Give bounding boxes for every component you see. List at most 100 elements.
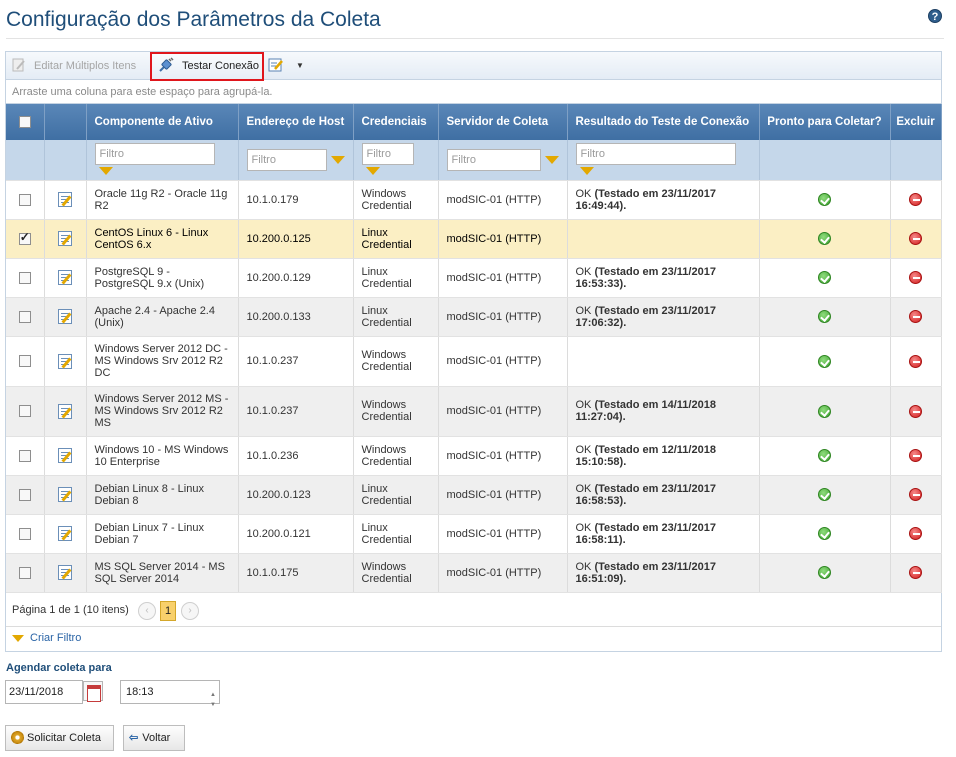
edit-row-icon[interactable]: [58, 487, 72, 502]
group-by-drop-area[interactable]: Arraste uma coluna para este espaço para…: [6, 80, 941, 104]
result-status: OK: [575, 482, 592, 495]
filter-input-result[interactable]: Filtro: [575, 142, 736, 165]
row-checkbox[interactable]: [18, 355, 31, 368]
delete-icon[interactable]: [909, 449, 922, 462]
ready-check-icon: [818, 193, 831, 206]
filter-input-server[interactable]: Filtro: [446, 148, 541, 171]
delete-icon[interactable]: [909, 527, 922, 540]
schedule-time-input[interactable]: 18:13 ▲ ▼: [120, 680, 220, 708]
column-header-result[interactable]: Resultado do Teste de Conexão: [567, 104, 760, 140]
table-row[interactable]: Oracle 11g R2 - Oracle 11g R2 10.1.0.179 W…: [6, 180, 942, 220]
select-all-checkbox[interactable]: [18, 115, 31, 128]
filter-funnel-icon[interactable]: [365, 166, 380, 175]
column-header-host[interactable]: Endereço de Host: [238, 104, 354, 140]
table-row[interactable]: Windows Server 2012 MS - MS Windows Srv …: [6, 386, 942, 437]
edit-row-icon[interactable]: [58, 270, 72, 285]
cell-server: modSIC-01 (HTTP): [438, 336, 568, 387]
delete-icon[interactable]: [909, 488, 922, 501]
column-header-credentials[interactable]: Credenciais: [353, 104, 439, 140]
chevron-down-icon[interactable]: ▼: [296, 55, 304, 77]
filter-input-credentials[interactable]: Filtro: [361, 142, 414, 165]
edit-row-icon[interactable]: [58, 448, 72, 463]
test-connection-button[interactable]: Testar Conexão: [150, 52, 264, 81]
edit-row-icon[interactable]: [58, 526, 72, 541]
edit-row-icon[interactable]: [58, 192, 72, 207]
schedule-label: Agendar coleta para: [6, 662, 112, 674]
row-checkbox[interactable]: [18, 449, 31, 462]
ready-check-icon: [818, 488, 831, 501]
page-title: Configuração dos Parâmetros da Coleta: [6, 8, 381, 31]
delete-icon[interactable]: [909, 354, 922, 368]
delete-icon[interactable]: [909, 404, 922, 418]
create-filter-link[interactable]: Criar Filtro: [12, 632, 81, 644]
column-header-server[interactable]: Servidor de Coleta: [438, 104, 568, 140]
filter-input-host[interactable]: Filtro: [246, 148, 327, 171]
column-header-ready[interactable]: Pronto para Coletar?: [759, 104, 891, 140]
edit-row-icon[interactable]: [58, 403, 72, 419]
delete-icon[interactable]: [909, 193, 922, 206]
filter-funnel-icon[interactable]: [330, 155, 345, 164]
request-collection-button[interactable]: Solicitar Coleta: [5, 725, 114, 751]
cell-result: OK (Testado em 23/11/2017 16:51:09).: [567, 553, 760, 593]
row-checkbox[interactable]: [18, 527, 31, 540]
row-checkbox[interactable]: [18, 193, 31, 206]
filter-funnel-icon[interactable]: [98, 166, 113, 175]
edit-row-icon[interactable]: [58, 565, 72, 580]
cell-credentials: Linux Credential: [353, 297, 439, 337]
cell-result: OK (Testado em 23/11/2017 16:58:11).: [567, 514, 760, 554]
cell-asset: Windows Server 2012 MS - MS Windows Srv …: [86, 386, 239, 437]
cell-server: modSIC-01 (HTTP): [438, 219, 568, 259]
table-row[interactable]: Windows 10 - MS Windows 10 Enterprise 10.…: [6, 436, 942, 476]
cell-asset: Debian Linux 7 - Linux Debian 7: [86, 514, 239, 554]
delete-icon[interactable]: [909, 310, 922, 323]
table-row[interactable]: MS SQL Server 2014 - MS SQL Server 2014 1…: [6, 553, 942, 593]
row-checkbox[interactable]: [18, 566, 31, 579]
schedule-date-input[interactable]: 23/11/2018: [5, 680, 83, 704]
edit-row-icon[interactable]: [58, 353, 72, 369]
row-checkbox[interactable]: [18, 488, 31, 501]
result-detail: (Testado em 23/11/2017 16:49:44).: [575, 187, 716, 212]
ready-check-icon: [818, 271, 831, 284]
delete-icon[interactable]: [909, 232, 922, 245]
column-header-asset[interactable]: Componente de Ativo: [86, 104, 239, 140]
row-checkbox[interactable]: [18, 271, 31, 284]
edit-row-icon[interactable]: [58, 231, 72, 246]
cell-credentials: Windows Credential: [353, 180, 439, 220]
table-row[interactable]: Apache 2.4 - Apache 2.4 (Unix) 10.200.0.1…: [6, 297, 942, 337]
ready-check-icon: [818, 310, 831, 323]
calendar-icon[interactable]: [83, 681, 103, 702]
edit-options-button[interactable]: [268, 55, 284, 77]
filter-funnel-icon: [12, 635, 24, 642]
table-row[interactable]: CentOS Linux 6 - Linux CentOS 6.x10.200.…: [6, 219, 942, 259]
delete-icon[interactable]: [909, 566, 922, 579]
time-down-icon[interactable]: ▼: [210, 694, 216, 716]
delete-icon[interactable]: [909, 271, 922, 284]
ready-check-icon: [818, 232, 831, 245]
edit-multiple-items-button[interactable]: Editar Múltiplos Itens: [12, 55, 136, 77]
row-checkbox[interactable]: [18, 405, 31, 418]
filter-input-asset[interactable]: Filtro: [94, 142, 215, 165]
row-checkbox[interactable]: [18, 310, 31, 323]
result-status: OK: [575, 265, 592, 278]
help-icon[interactable]: ?: [928, 9, 942, 23]
filter-funnel-icon[interactable]: [544, 155, 559, 164]
result-status: OK: [575, 399, 592, 411]
table-row[interactable]: Windows Server 2012 DC - MS Windows Srv …: [6, 336, 942, 387]
result-detail: (Testado em 12/11/2018 15:10:58).: [575, 443, 716, 468]
row-checkbox[interactable]: [18, 231, 31, 245]
cell-host: 10.1.0.236: [238, 436, 354, 476]
table-row[interactable]: Debian Linux 7 - Linux Debian 7 10.200.0.…: [6, 514, 942, 554]
edit-row-icon[interactable]: [58, 309, 72, 324]
pager-prev-button[interactable]: ‹: [138, 602, 156, 620]
cell-server: modSIC-01 (HTTP): [438, 386, 568, 437]
cell-asset: MS SQL Server 2014 - MS SQL Server 2014: [86, 553, 239, 593]
back-button[interactable]: ⇦ Voltar: [123, 725, 185, 751]
cell-server: modSIC-01 (HTTP): [438, 514, 568, 554]
table-row[interactable]: Debian Linux 8 - Linux Debian 8 10.200.0.…: [6, 475, 942, 515]
table-row[interactable]: PostgreSQL 9 - PostgreSQL 9.x (Unix) 10.2…: [6, 258, 942, 298]
pager-next-button[interactable]: ›: [181, 602, 199, 620]
filter-funnel-icon[interactable]: [579, 166, 594, 175]
pager-current-page[interactable]: 1: [160, 601, 176, 621]
request-collection-label: Solicitar Coleta: [27, 732, 101, 744]
title-divider: [6, 38, 944, 39]
